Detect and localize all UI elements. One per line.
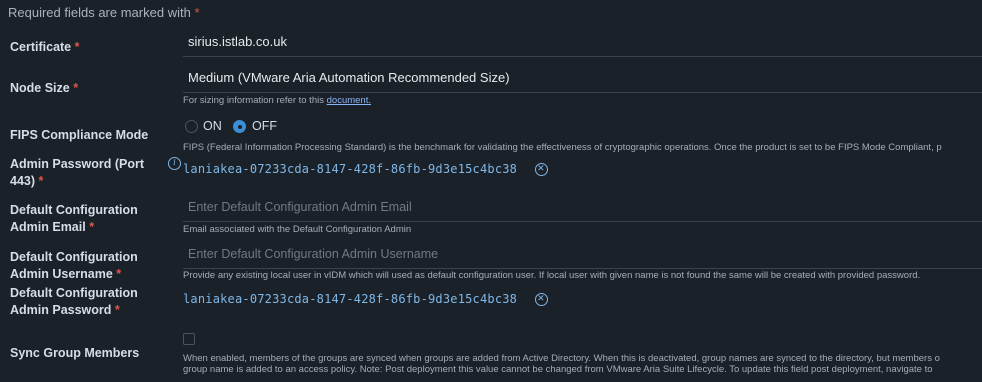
- default-admin-username-placeholder: Enter Default Configuration Admin Userna…: [188, 247, 439, 261]
- sync-helper-line2: group name is added to an access policy.…: [183, 364, 933, 375]
- node-size-select[interactable]: Medium (VMware Aria Automation Recommend…: [183, 65, 982, 93]
- clear-icon[interactable]: ✕: [534, 163, 548, 176]
- document-link[interactable]: document.: [327, 95, 371, 106]
- default-admin-email-helper: Email associated with the Default Config…: [183, 224, 412, 235]
- default-admin-username-input[interactable]: Enter Default Configuration Admin Userna…: [183, 241, 982, 269]
- clear-icon[interactable]: ✕: [534, 293, 548, 306]
- required-asterisk: *: [89, 220, 95, 234]
- sync-group-members-label: Sync Group Members: [10, 346, 140, 360]
- fips-on-label: ON: [203, 119, 222, 133]
- fips-off-label: OFF: [252, 119, 277, 133]
- certificate-label-text: Certificate: [10, 40, 72, 54]
- default-admin-password-label-line1: Default Configuration: [10, 286, 138, 300]
- default-admin-username-label-line1: Default Configuration: [10, 250, 138, 264]
- default-admin-username-label-line2: Admin Username: [10, 267, 113, 281]
- certificate-value: sirius.istlab.co.uk: [188, 34, 287, 49]
- fips-label: FIPS Compliance Mode: [10, 128, 149, 142]
- required-asterisk: *: [194, 5, 200, 20]
- required-asterisk: *: [74, 40, 80, 54]
- required-fields-note: Required fields are marked with *: [8, 5, 200, 20]
- required-asterisk: *: [73, 81, 79, 95]
- default-admin-email-input[interactable]: Enter Default Configuration Admin Email: [183, 194, 982, 222]
- fips-helper: FIPS (Federal Information Processing Sta…: [183, 142, 942, 153]
- node-size-label: Node Size *: [10, 80, 78, 97]
- required-asterisk: *: [116, 267, 122, 281]
- fips-off-radio[interactable]: [233, 120, 246, 133]
- default-admin-email-label: Default Configuration Admin Email *: [10, 202, 138, 236]
- fips-radio-group: ON OFF: [183, 118, 323, 136]
- node-size-helper: For sizing information refer to this doc…: [183, 95, 371, 106]
- admin-password-label-line2: 443): [10, 174, 36, 188]
- default-admin-password-field[interactable]: laniakea-07233cda-8147-428f-86fb-9d3e15c…: [183, 292, 548, 306]
- node-size-helper-text: For sizing information refer to this: [183, 95, 324, 106]
- sync-group-members-helper: When enabled, members of the groups are …: [183, 353, 940, 375]
- default-admin-username-helper: Provide any existing local user in vIDM …: [183, 270, 921, 281]
- default-admin-password-label-line2: Admin Password: [10, 303, 112, 317]
- required-fields-text: Required fields are marked with: [8, 5, 191, 20]
- admin-password-label-line1: Admin Password (Port: [10, 157, 145, 171]
- fips-on-radio[interactable]: [185, 120, 198, 133]
- default-admin-password-value: laniakea-07233cda-8147-428f-86fb-9d3e15c…: [183, 292, 518, 306]
- admin-password-label: Admin Password (Port 443) *: [10, 156, 144, 190]
- required-asterisk: *: [114, 303, 120, 317]
- default-admin-email-label-line1: Default Configuration: [10, 203, 138, 217]
- sync-helper-line1: When enabled, members of the groups are …: [183, 353, 940, 364]
- default-admin-email-label-line2: Admin Email: [10, 220, 86, 234]
- info-icon[interactable]: i: [168, 157, 181, 170]
- node-size-label-text: Node Size: [10, 81, 70, 95]
- default-admin-password-label: Default Configuration Admin Password *: [10, 285, 138, 319]
- sync-group-members-checkbox[interactable]: [183, 333, 195, 345]
- required-asterisk: *: [38, 174, 44, 188]
- node-size-value: Medium (VMware Aria Automation Recommend…: [188, 70, 510, 85]
- admin-password-value: laniakea-07233cda-8147-428f-86fb-9d3e15c…: [183, 162, 518, 176]
- certificate-label: Certificate *: [10, 39, 80, 56]
- default-admin-email-placeholder: Enter Default Configuration Admin Email: [188, 200, 412, 214]
- admin-password-field[interactable]: laniakea-07233cda-8147-428f-86fb-9d3e15c…: [183, 162, 548, 176]
- certificate-select[interactable]: sirius.istlab.co.uk: [183, 29, 982, 57]
- default-admin-username-label: Default Configuration Admin Username *: [10, 249, 138, 283]
